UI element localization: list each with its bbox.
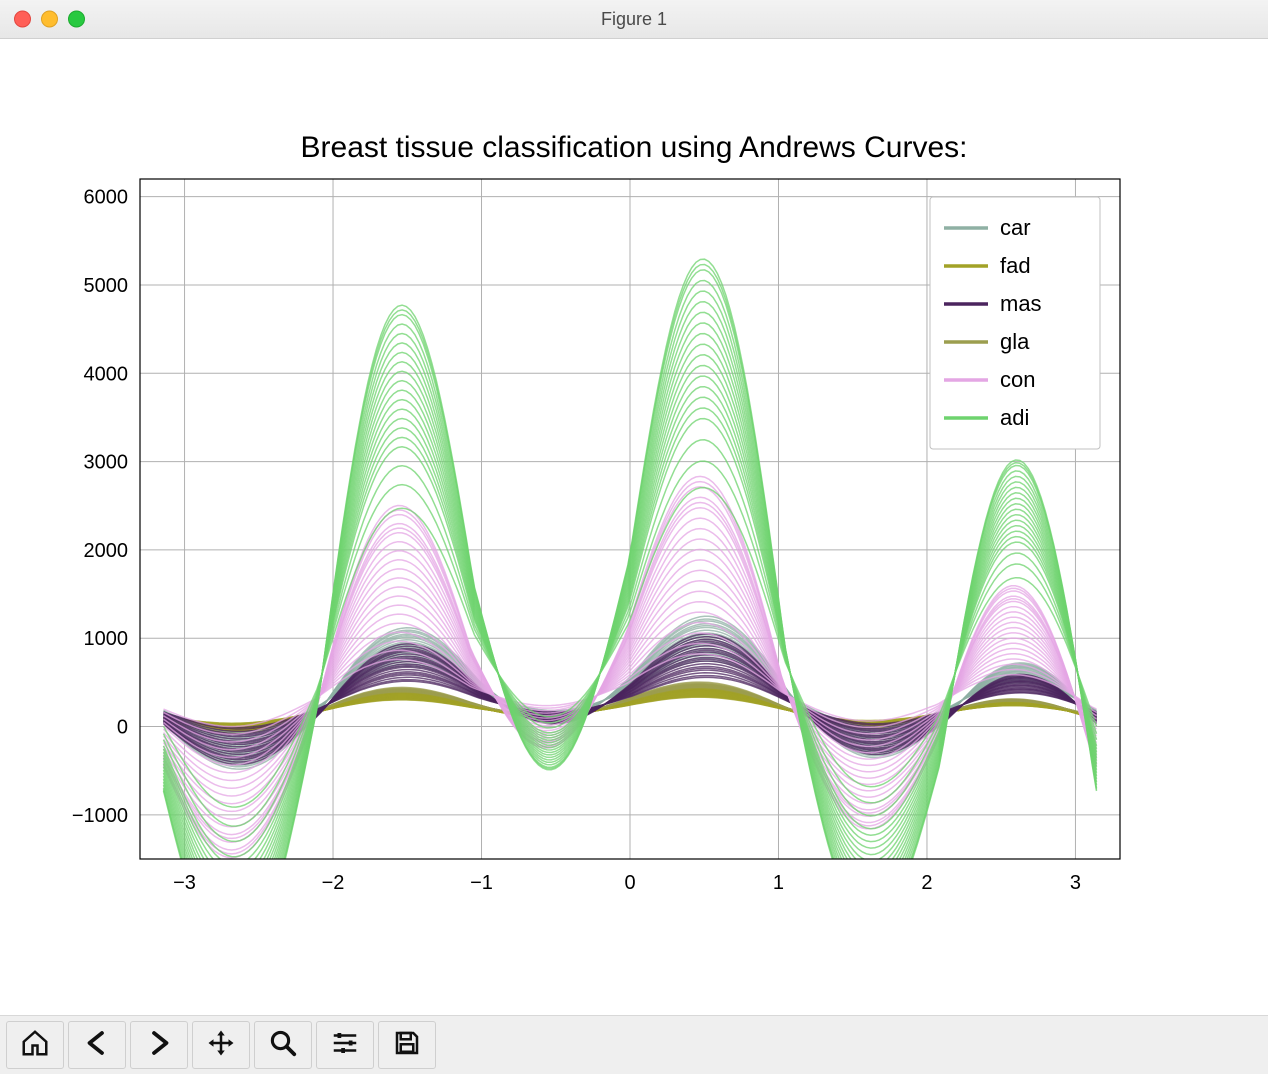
x-tick-label: 0	[624, 872, 635, 894]
arrow-right-icon	[144, 1028, 174, 1063]
maximize-icon[interactable]	[68, 11, 85, 28]
y-tick-label: 4000	[84, 363, 129, 385]
arrow-left-icon	[82, 1028, 112, 1063]
y-tick-label: 0	[117, 717, 128, 739]
matplotlib-toolbar	[0, 1015, 1268, 1074]
x-tick-label: −1	[470, 872, 493, 894]
sliders-icon	[330, 1028, 360, 1063]
y-tick-label: 3000	[84, 452, 129, 474]
forward-button[interactable]	[130, 1021, 188, 1069]
back-button[interactable]	[68, 1021, 126, 1069]
save-icon	[392, 1028, 422, 1063]
window-controls	[14, 11, 85, 28]
app-window: Figure 1 Breast tissue classification us…	[0, 0, 1268, 1074]
home-icon	[20, 1028, 50, 1063]
legend-label: fad	[1000, 253, 1031, 278]
legend: car fad mas gla con adi	[930, 197, 1100, 449]
x-tick-label: 2	[921, 872, 932, 894]
window-title: Figure 1	[601, 9, 667, 30]
y-tick-label: 6000	[84, 187, 129, 209]
move-icon	[206, 1028, 236, 1063]
x-tick-label: −3	[173, 872, 196, 894]
chart-svg: Breast tissue classification using Andre…	[0, 39, 1268, 1017]
configure-button[interactable]	[316, 1021, 374, 1069]
title-bar: Figure 1	[0, 0, 1268, 39]
x-tick-label: 1	[773, 872, 784, 894]
y-tick-label: −1000	[72, 805, 128, 827]
minimize-icon[interactable]	[41, 11, 58, 28]
x-tick-label: 3	[1070, 872, 1081, 894]
save-button[interactable]	[378, 1021, 436, 1069]
magnifier-icon	[268, 1028, 298, 1063]
y-tick-label: 1000	[84, 628, 129, 650]
legend-label: adi	[1000, 405, 1029, 430]
home-button[interactable]	[6, 1021, 64, 1069]
chart-title: Breast tissue classification using Andre…	[301, 131, 968, 164]
pan-button[interactable]	[192, 1021, 250, 1069]
x-tick-label: −2	[322, 872, 345, 894]
legend-label: con	[1000, 367, 1035, 392]
legend-label: mas	[1000, 291, 1042, 316]
y-tick-label: 5000	[84, 275, 129, 297]
y-tick-label: 2000	[84, 540, 129, 562]
figure-area: Breast tissue classification using Andre…	[0, 39, 1268, 1015]
close-icon[interactable]	[14, 11, 31, 28]
zoom-button[interactable]	[254, 1021, 312, 1069]
legend-label: car	[1000, 215, 1031, 240]
legend-label: gla	[1000, 329, 1030, 354]
